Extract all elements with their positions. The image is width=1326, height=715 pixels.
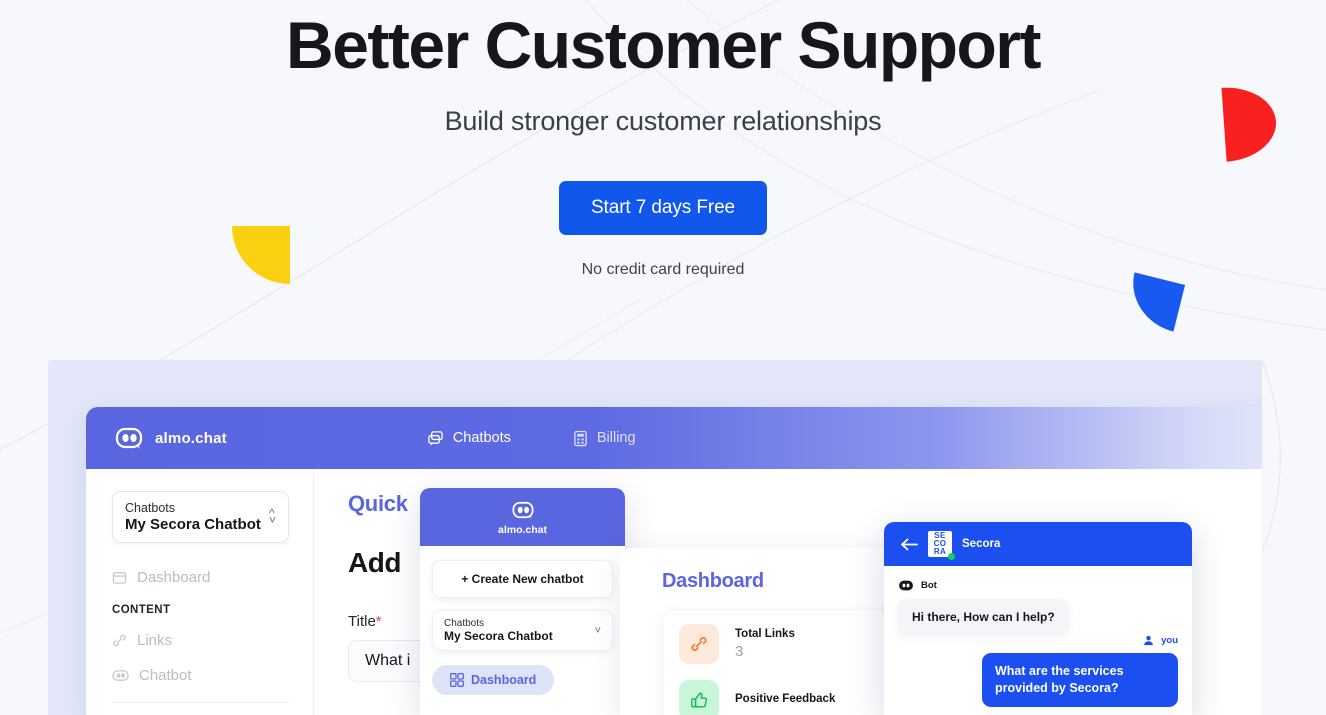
mobile-chatbot-panel: almo.chat + Create New chatbot Chatbots … [420,488,625,715]
dashboard-panel: Dashboard Total Links 3 Positive Feedbac… [620,548,902,715]
bot-sender-row: Bot [898,580,1178,591]
sidebar-nav: Dashboard CONTENT Links Chatbot [112,569,289,715]
app-brand-name: almo.chat [155,429,227,447]
user-sender-row: you [898,635,1178,646]
sidebar-divider [112,702,289,703]
chevron-updown-icon: ^ ˅ [268,505,276,527]
robot-icon [112,670,129,681]
online-status-dot [948,553,955,560]
mobile-dashboard-label: Dashboard [471,673,537,687]
link-icon [113,634,126,647]
chat-widget-title: Secora [962,538,1001,550]
hero-section: Better Customer Support Build stronger c… [0,0,1326,279]
sidebar-item-chatbot[interactable]: Chatbot [112,667,289,684]
title-field-label-text: Title [348,613,376,630]
nav-label-chatbots: Chatbots [452,430,511,446]
robot-icon [899,580,913,591]
bot-sender-label: Bot [921,580,937,591]
nav-label-billing: Billing [596,430,636,446]
chat-message-list: Bot Hi there, How can I help? you What a… [884,566,1192,707]
robot-logo-icon [115,427,143,449]
app-nav: Chatbots Billing [427,430,636,447]
sidebar-item-dashboard[interactable]: Dashboard [112,569,289,586]
page-title: Better Customer Support [286,8,1041,82]
chat-bubbles-icon [428,430,443,446]
decorative-shape-blue [1122,272,1186,332]
stat-icon-wrapper [679,680,719,715]
bot-message-bubble: Hi there, How can I help? [898,599,1069,635]
stat-name-positive-feedback: Positive Feedback [735,692,836,705]
sidebar-heading-content: CONTENT [112,604,171,616]
dashboard-title: Dashboard [662,570,764,592]
grid-dashboard-icon [450,673,464,687]
nav-item-billing[interactable]: Billing [573,430,636,447]
app-header: almo.chat Chatbots Billing [86,407,1262,469]
start-free-trial-button[interactable]: Start 7 days Free [558,180,768,235]
sidebar-label-dashboard: Dashboard [137,569,211,586]
user-message-bubble: What are the services provided by Secora… [982,653,1178,707]
chatbot-selector-value: My Secora Chatbot [125,516,261,533]
dashboard-stats-card: Total Links 3 Positive Feedback [662,609,902,715]
mobile-panel-brand: almo.chat [497,524,547,536]
sidebar-item-links[interactable]: Links [112,632,289,649]
app-brand[interactable]: almo.chat [114,423,227,453]
create-new-chatbot-button[interactable]: + Create New chatbot [432,560,613,598]
calendar-icon [112,572,127,584]
stat-row-positive-feedback: Positive Feedback [679,680,902,715]
required-mark: * [375,613,382,630]
receipt-icon [574,430,587,446]
back-arrow-icon[interactable] [900,537,918,552]
chat-widget-header: SE CO RA Secora [884,522,1192,566]
user-avatar-icon [1144,635,1154,646]
sidebar: Chatbots My Secora Chatbot ^˅ Dashboard [86,469,314,715]
mobile-selector-label: Chatbots [444,618,485,629]
chatbot-selector-label: Chatbots [125,501,176,515]
chatbot-selector[interactable]: Chatbots My Secora Chatbot ^ ˅ [112,491,289,543]
mobile-panel-header: almo.chat [420,488,625,546]
chevron-down-icon: ˅ [594,624,601,637]
sidebar-label-chatbot: Chatbot [139,667,192,684]
robot-logo-icon [512,501,533,519]
hero-subtitle: Build stronger customer relationships [444,105,882,136]
mobile-chatbot-selector[interactable]: Chatbots My Secora Chatbot ˅ [432,610,613,651]
stat-icon-wrapper [679,624,719,664]
mobile-selector-value: My Secora Chatbot [444,629,553,643]
thumbs-up-icon [691,692,708,708]
mobile-dashboard-item[interactable]: Dashboard [432,665,555,695]
mobile-panel-body: + Create New chatbot Chatbots My Secora … [420,546,625,695]
secora-logo-icon: SE CO RA [928,531,955,560]
page-root: Better Customer Support Build stronger c… [0,0,1326,715]
chat-widget: SE CO RA Secora Bot Hi there, How can I … [884,522,1192,715]
stat-row-total-links: Total Links 3 [679,624,902,664]
nav-item-chatbots[interactable]: Chatbots [427,430,511,447]
no-credit-card-note: No credit card required [581,260,745,278]
user-sender-label: you [1161,635,1178,646]
sidebar-label-links: Links [137,632,173,649]
logo-line-3: RA [933,547,947,557]
stat-value-total-links: 3 [735,643,744,660]
stat-name-total-links: Total Links [735,628,795,640]
link-icon [691,636,707,652]
